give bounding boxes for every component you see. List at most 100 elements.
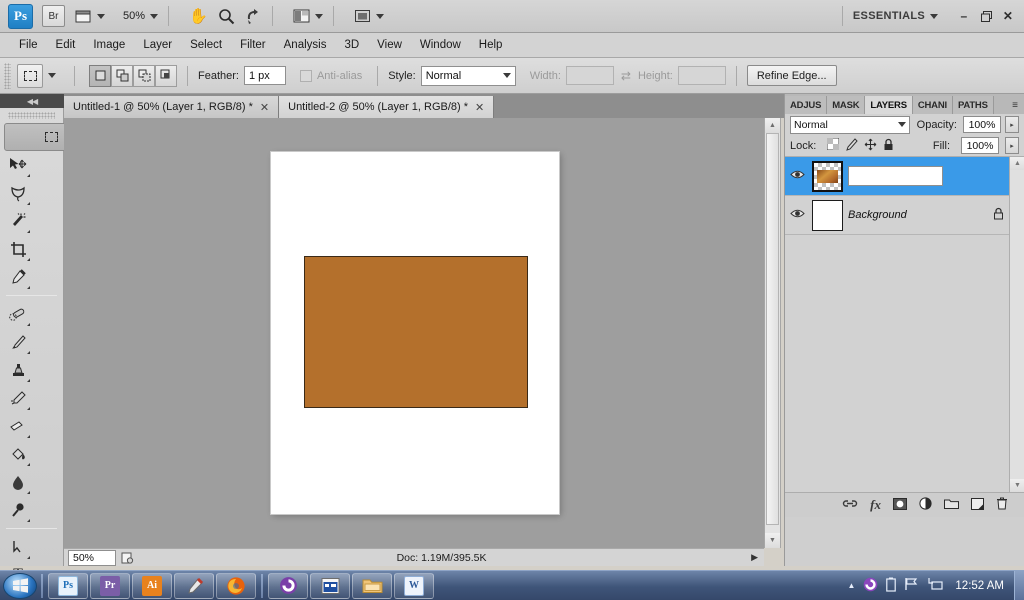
layers-scrollbar[interactable]: ▲ ▼ (1009, 157, 1024, 492)
arrange-documents-button[interactable] (293, 4, 323, 28)
chevron-down-icon[interactable] (48, 73, 56, 78)
tab-untitled-1[interactable]: Untitled-1 @ 50% (Layer 1, RGB/8) * ✕ (64, 96, 280, 118)
subtract-from-selection-button[interactable] (133, 64, 155, 87)
delete-layer-icon[interactable] (996, 497, 1008, 513)
menu-filter[interactable]: Filter (231, 36, 275, 54)
lock-all-icon[interactable] (883, 138, 894, 154)
tab-adjustments[interactable]: ADJUS (785, 96, 828, 114)
pen-tool[interactable] (4, 533, 32, 561)
magic-wand-tool[interactable] (4, 207, 32, 235)
refine-edge-button[interactable]: Refine Edge... (746, 65, 837, 86)
maximize-button[interactable] (976, 6, 996, 26)
taskbar-item-firefox[interactable] (216, 572, 256, 599)
layer-thumbnail[interactable] (812, 160, 843, 192)
taskbar-item-calendar[interactable] (310, 572, 350, 599)
tab-masks[interactable]: MASK (827, 96, 866, 114)
tray-expand-icon[interactable]: ▲ (847, 581, 855, 590)
crumpled-paper-image-layer[interactable] (304, 256, 528, 408)
zoom-level-display[interactable]: 50% (123, 10, 159, 22)
anti-alias-checkbox[interactable] (299, 69, 312, 82)
layer-row-background[interactable]: Background (785, 196, 1024, 235)
taskbar-item-pen-app[interactable] (174, 572, 214, 599)
menu-3d[interactable]: 3D (335, 36, 368, 54)
feather-input[interactable]: 1 px (243, 66, 286, 85)
battery-icon[interactable] (886, 577, 897, 595)
layer-row-layer-1[interactable]: Layer 1 (785, 157, 1024, 196)
lasso-tool[interactable] (4, 179, 32, 207)
lock-image-pixels-icon[interactable] (845, 137, 858, 154)
new-selection-button[interactable] (89, 64, 111, 87)
menu-edit[interactable]: Edit (47, 36, 85, 54)
network-icon[interactable] (927, 577, 944, 594)
menu-view[interactable]: View (368, 36, 411, 54)
current-tool-preset-button[interactable] (17, 63, 43, 88)
crop-tool[interactable] (4, 235, 32, 263)
document-canvas-area[interactable] (64, 118, 764, 548)
fill-slider-arrow-icon[interactable]: ▸ (1005, 137, 1019, 154)
layer-visibility-eye-icon[interactable] (787, 169, 807, 183)
menu-window[interactable]: Window (411, 36, 470, 54)
menu-analysis[interactable]: Analysis (275, 36, 336, 54)
layer-visibility-eye-icon[interactable] (787, 208, 807, 222)
fill-input[interactable]: 100% (961, 137, 999, 154)
windows-start-icon[interactable] (3, 572, 37, 599)
history-brush-tool[interactable] (4, 384, 32, 412)
taskbar-item-premiere[interactable]: Pr (90, 572, 130, 599)
scroll-down-arrow-icon[interactable]: ▼ (765, 533, 780, 548)
add-layer-style-icon[interactable]: fx (870, 497, 881, 513)
document-page[interactable] (271, 152, 559, 514)
eraser-tool[interactable] (4, 412, 32, 440)
style-dropdown[interactable]: Normal (420, 65, 516, 86)
scroll-down-arrow-icon[interactable]: ▼ (1010, 479, 1024, 492)
menu-select[interactable]: Select (181, 36, 231, 54)
intersect-selection-button[interactable] (155, 64, 177, 87)
status-options-arrow-icon[interactable]: ▶ (745, 552, 764, 563)
swap-dimensions-icon[interactable]: ⇄ (621, 69, 631, 83)
tab-channels[interactable]: CHANI (912, 96, 953, 114)
taskbar-item-bittorrent[interactable] (268, 572, 308, 599)
add-to-selection-button[interactable] (111, 64, 133, 87)
width-input[interactable] (565, 66, 614, 85)
menu-image[interactable]: Image (84, 36, 134, 54)
tab-layers[interactable]: LAYERS (865, 96, 913, 114)
hand-tool-button[interactable]: ✋ (189, 4, 208, 28)
tab-untitled-2[interactable]: Untitled-2 @ 50% (Layer 1, RGB/8) * ✕ (279, 96, 495, 118)
taskbar-item-word[interactable]: W (394, 572, 434, 599)
options-bar-grip[interactable] (4, 62, 11, 89)
launch-bridge-button[interactable]: Br (42, 5, 65, 27)
layer-thumbnail[interactable] (812, 199, 843, 231)
menu-help[interactable]: Help (470, 36, 512, 54)
tab-paths[interactable]: PATHS (952, 96, 994, 114)
clone-stamp-tool[interactable] (4, 356, 32, 384)
taskbar-item-explorer[interactable] (352, 572, 392, 599)
taskbar-item-photoshop[interactable]: Ps (48, 572, 88, 599)
show-desktop-button[interactable] (1014, 570, 1024, 600)
view-extras-button[interactable] (75, 4, 105, 28)
screen-mode-button[interactable] (354, 4, 384, 28)
rotate-view-tool-button[interactable] (245, 4, 262, 28)
brush-tool[interactable] (4, 328, 32, 356)
blend-mode-dropdown[interactable]: Normal (790, 115, 910, 134)
spot-healing-brush-tool[interactable] (4, 300, 32, 328)
zoom-tool-button[interactable] (218, 4, 235, 28)
opacity-input[interactable]: 100% (963, 116, 1001, 133)
menu-layer[interactable]: Layer (134, 36, 181, 54)
flag-action-center-icon[interactable] (904, 577, 919, 594)
toolbox-collapse-button[interactable]: ◀◀ (0, 94, 64, 108)
lock-position-icon[interactable] (864, 138, 877, 154)
canvas-vertical-scrollbar[interactable]: ▲ ▼ (764, 118, 781, 548)
layer-name[interactable]: Background (848, 209, 907, 221)
status-zoom-input[interactable]: 50% (68, 549, 116, 566)
lock-transparent-pixels-icon[interactable] (826, 137, 840, 153)
bittorrent-tray-icon[interactable] (863, 577, 878, 595)
blur-tool[interactable] (4, 468, 32, 496)
vertical-scroll-thumb[interactable] (766, 133, 779, 525)
workspace-switcher[interactable]: ESSENTIALS – ✕ (832, 6, 1024, 26)
opacity-slider-arrow-icon[interactable]: ▸ (1005, 116, 1019, 133)
move-tool[interactable] (4, 151, 32, 179)
height-input[interactable] (677, 66, 726, 85)
scroll-up-arrow-icon[interactable]: ▲ (1010, 157, 1024, 170)
close-icon[interactable]: ✕ (475, 101, 484, 114)
taskbar-clock[interactable]: 12:52 AM (951, 580, 1008, 592)
taskbar-item-illustrator[interactable]: Ai (132, 572, 172, 599)
